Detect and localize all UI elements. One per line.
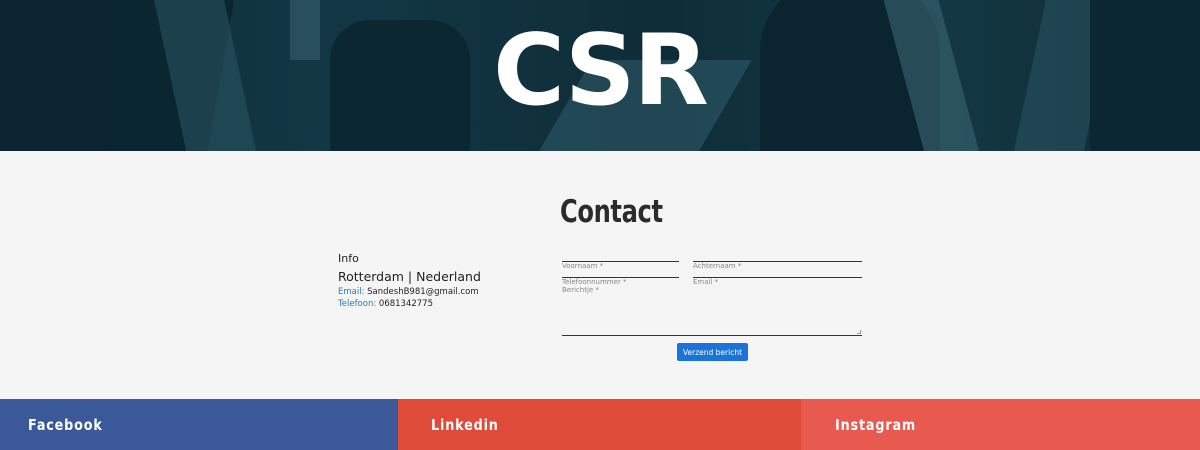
info-title: Info (338, 252, 359, 265)
bericht-field-wrapper (562, 286, 862, 336)
hero-title: CSR (493, 14, 709, 128)
email-field-wrapper (693, 269, 862, 287)
linkedin-label: Linkedin (431, 416, 499, 434)
phone-label: Telefoon: (338, 299, 377, 309)
instagram-link[interactable]: Instagram (801, 399, 1200, 450)
hero-banner: CSR (0, 0, 1200, 151)
info-email: Email: SandeshB981@gmail.com (338, 286, 481, 298)
submit-button[interactable]: Verzend bericht (677, 343, 748, 361)
phone-value: 0681342775 (378, 299, 434, 309)
facebook-label: Facebook (28, 416, 103, 434)
instagram-label: Instagram (835, 416, 917, 434)
contact-info: Info Rotterdam | Nederland Email: Sandes… (338, 252, 481, 310)
info-phone: Telefoon: 0681342775 (338, 298, 481, 310)
resize-grip-icon[interactable] (857, 330, 861, 334)
telefoon-field-wrapper (562, 269, 679, 287)
bericht-textarea[interactable] (562, 286, 862, 332)
email-value: SandeshB981@gmail.com (367, 287, 479, 297)
achternaam-field-wrapper (693, 253, 862, 271)
linkedin-link[interactable]: Linkedin (398, 399, 801, 450)
contact-heading: Contact (560, 194, 663, 230)
facebook-link[interactable]: Facebook (0, 399, 398, 450)
voornaam-field-wrapper (562, 253, 679, 271)
email-label: Email: (338, 287, 365, 297)
info-city: Rotterdam | Nederland (338, 269, 481, 284)
